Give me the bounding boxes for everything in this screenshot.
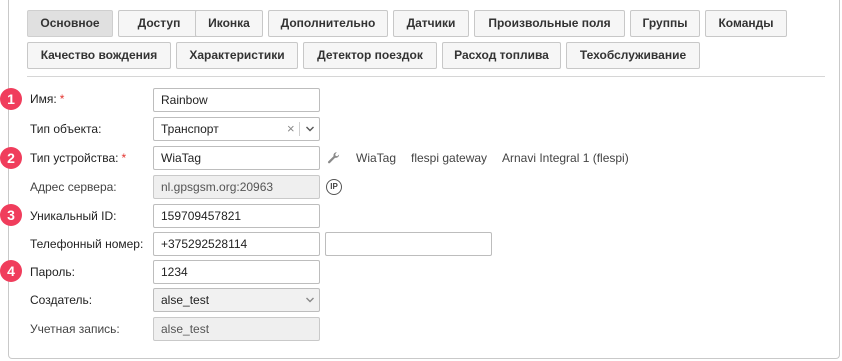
step-badge-1: 1 xyxy=(0,88,22,110)
account-field: alse_test xyxy=(153,317,320,341)
step-badge-3: 3 xyxy=(0,204,22,226)
tab-general[interactable]: Основное xyxy=(27,10,113,37)
unique-id-label: Уникальный ID: xyxy=(30,209,117,223)
clear-icon[interactable]: × xyxy=(287,117,295,141)
step-badge-2: 2 xyxy=(0,147,22,169)
tab-driving-quality[interactable]: Качество вождения xyxy=(27,42,171,69)
tab-groups[interactable]: Группы xyxy=(630,10,700,37)
tab-characteristics[interactable]: Характеристики xyxy=(176,42,298,69)
select-separator xyxy=(299,122,300,136)
name-label: Имя: * xyxy=(30,87,64,111)
tab-custom-fields[interactable]: Произвольные поля xyxy=(474,10,625,37)
wrench-icon[interactable] xyxy=(327,151,341,165)
device-type-label: Тип устройства: * xyxy=(30,146,126,170)
device-type-label-text: Тип устройства: xyxy=(30,151,119,165)
chevron-down-icon[interactable] xyxy=(305,295,315,305)
server-address-field: nl.gpsgsm.org:20963 xyxy=(153,175,320,199)
tab-icon[interactable]: Иконка xyxy=(195,10,263,37)
step-badge-4: 4 xyxy=(0,260,22,282)
chevron-down-icon[interactable] xyxy=(305,124,315,134)
object-type-select[interactable]: Транспорт xyxy=(153,117,320,141)
tab-trip-detector[interactable]: Детектор поездок xyxy=(303,42,437,69)
tab-fuel-consumption[interactable]: Расход топлива xyxy=(442,42,561,69)
tab-advanced[interactable]: Дополнительно xyxy=(268,10,388,37)
unique-id-input[interactable]: 159709457821 xyxy=(153,204,320,228)
password-label: Пароль: xyxy=(30,265,75,279)
tab-access[interactable]: Доступ xyxy=(118,10,200,37)
server-address-label: Адрес сервера: xyxy=(30,180,117,194)
phone-label: Телефонный номер: xyxy=(30,237,144,251)
object-type-label: Тип объекта: xyxy=(30,122,102,136)
phone-input-2[interactable] xyxy=(325,232,492,256)
tabs-divider xyxy=(27,76,825,77)
device-type-option-flespi-gateway[interactable]: flespi gateway xyxy=(411,146,487,170)
required-mark: * xyxy=(59,92,65,106)
device-type-option-arnavi[interactable]: Arnavi Integral 1 (flespi) xyxy=(502,146,629,170)
phone-input[interactable]: +375292528114 xyxy=(153,232,320,256)
account-label: Учетная запись: xyxy=(30,322,120,336)
device-type-input[interactable]: WiaTag xyxy=(153,146,320,170)
password-input[interactable]: 1234 xyxy=(153,260,320,284)
creator-select[interactable]: alse_test xyxy=(153,288,320,312)
tab-sensors[interactable]: Датчики xyxy=(393,10,469,37)
name-input[interactable]: Rainbow xyxy=(153,88,320,112)
tab-maintenance[interactable]: Техобслуживание xyxy=(566,42,700,69)
required-mark: * xyxy=(121,151,127,165)
tab-commands[interactable]: Команды xyxy=(705,10,787,37)
device-type-option-wiatag[interactable]: WiaTag xyxy=(356,146,396,170)
name-label-text: Имя: xyxy=(30,92,57,106)
ip-icon[interactable]: IP xyxy=(326,179,342,195)
creator-label: Создатель: xyxy=(30,293,93,307)
